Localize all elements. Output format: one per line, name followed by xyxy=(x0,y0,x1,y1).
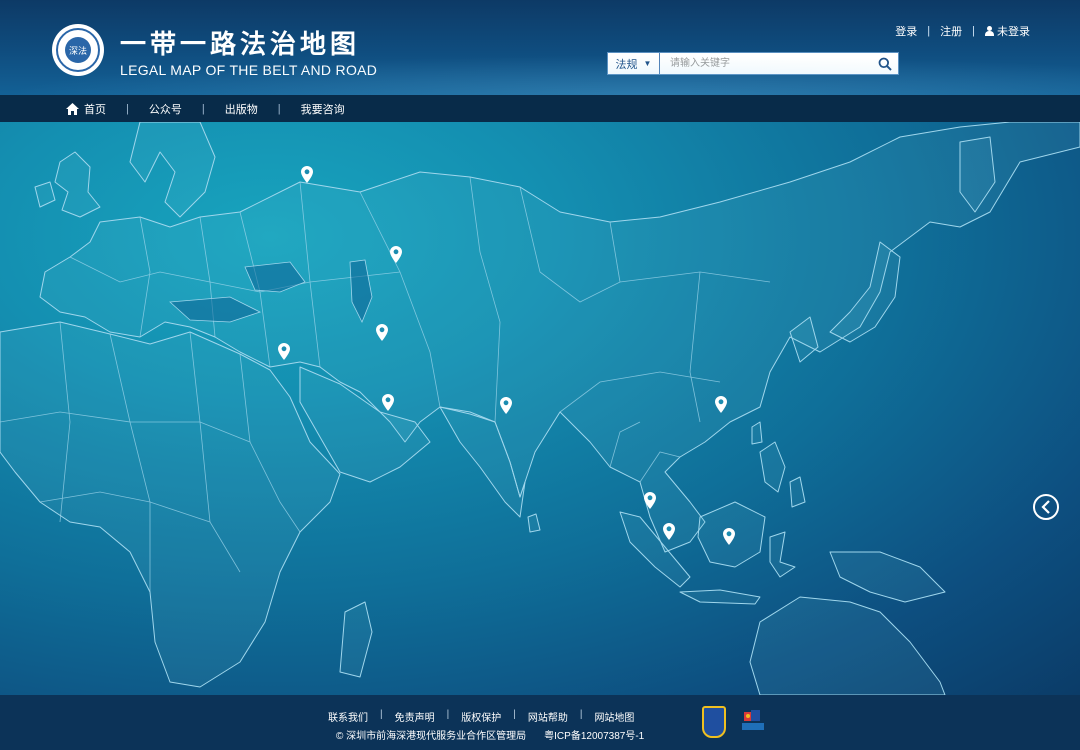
login-status[interactable]: 未登录 xyxy=(985,23,1030,39)
site-header: 深法 一带一路法治地图 LEGAL MAP OF THE BELT AND RO… xyxy=(0,0,1080,95)
nav-item-label: 首页 xyxy=(84,103,106,116)
nav-item-label: 我要咨询 xyxy=(300,103,345,116)
footer-separator: | xyxy=(446,709,450,720)
location-pin-icon[interactable] xyxy=(278,343,290,360)
register-link[interactable]: 注册 xyxy=(940,23,962,39)
separator: | xyxy=(972,25,975,37)
main-nav: 首页 | 公众号 | 出版物 | 我要咨询 xyxy=(0,95,1080,122)
site-verification-badge-icon[interactable] xyxy=(740,708,766,734)
nav-item-publications[interactable]: 出版物 xyxy=(225,101,258,117)
map-landmass xyxy=(0,122,1080,695)
footer-link-help[interactable]: 网站帮助 xyxy=(528,709,568,724)
copyright-text: © 深圳市前海深港现代服务业合作区管理局 xyxy=(336,731,527,742)
logo-ring: 深法 xyxy=(56,28,100,72)
login-status-label: 未登录 xyxy=(997,26,1030,38)
location-pin-icon[interactable] xyxy=(723,528,735,545)
nav-separator: | xyxy=(126,102,129,115)
chevron-left-icon xyxy=(1041,500,1050,514)
logo-text: 深法 xyxy=(65,37,91,63)
search-input[interactable] xyxy=(660,53,872,74)
footer-separator: | xyxy=(513,709,516,720)
site-logo[interactable]: 深法 xyxy=(52,24,104,76)
home-icon xyxy=(66,102,79,115)
footer-separator: | xyxy=(579,709,583,720)
login-link[interactable]: 登录 xyxy=(895,23,917,39)
world-map[interactable] xyxy=(0,122,1080,695)
nav-item-consult[interactable]: 我要咨询 xyxy=(301,101,345,117)
footer-link-disclaimer[interactable]: 免责声明 xyxy=(395,709,435,724)
search-category-select[interactable]: 法规 ▼ xyxy=(608,53,660,74)
search-icon xyxy=(878,57,892,71)
site-subtitle: LEGAL MAP OF THE BELT AND ROAD xyxy=(120,62,378,78)
location-pin-icon[interactable] xyxy=(390,246,402,263)
footer-separator: | xyxy=(380,709,383,720)
site-footer: 联系我们 | 免责声明 | 版权保护 | 网站帮助 | 网站地图 © 深圳市前海… xyxy=(0,695,1080,750)
separator: | xyxy=(927,25,931,37)
location-pin-icon[interactable] xyxy=(301,166,313,183)
location-pin-icon[interactable] xyxy=(663,523,675,540)
search-category-label: 法规 xyxy=(615,58,638,71)
map-prev-button[interactable] xyxy=(1033,494,1059,520)
footer-links: 联系我们 | 免责声明 | 版权保护 | 网站帮助 | 网站地图 xyxy=(328,709,634,724)
footer-copyright: © 深圳市前海深港现代服务业合作区管理局 粤ICP备12007387号-1 xyxy=(336,727,644,742)
search-bar: 法规 ▼ xyxy=(607,52,899,75)
user-icon xyxy=(985,26,994,36)
icp-text[interactable]: 粤ICP备12007387号-1 xyxy=(544,727,644,742)
footer-link-copyright[interactable]: 版权保护 xyxy=(461,709,501,724)
nav-separator: | xyxy=(201,102,205,115)
nav-item-label: 公众号 xyxy=(148,103,182,116)
location-pin-icon[interactable] xyxy=(644,492,656,509)
nav-item-official-account[interactable]: 公众号 xyxy=(149,101,182,117)
nav-item-label: 出版物 xyxy=(224,103,258,116)
nav-separator: | xyxy=(277,102,281,115)
government-badge-icon[interactable] xyxy=(702,706,726,738)
location-pin-icon[interactable] xyxy=(382,394,394,411)
location-pin-icon[interactable] xyxy=(715,396,727,413)
location-pin-icon[interactable] xyxy=(500,397,512,414)
user-links: 登录 | 注册 | 未登录 xyxy=(895,23,1030,39)
footer-link-sitemap[interactable]: 网站地图 xyxy=(594,709,634,724)
location-pin-icon[interactable] xyxy=(376,324,388,341)
search-button[interactable] xyxy=(872,53,898,74)
caret-down-icon: ▼ xyxy=(643,59,652,68)
nav-item-home[interactable]: 首页 xyxy=(66,101,106,117)
footer-link-contact[interactable]: 联系我们 xyxy=(328,709,368,724)
site-title: 一带一路法治地图 xyxy=(120,29,361,59)
